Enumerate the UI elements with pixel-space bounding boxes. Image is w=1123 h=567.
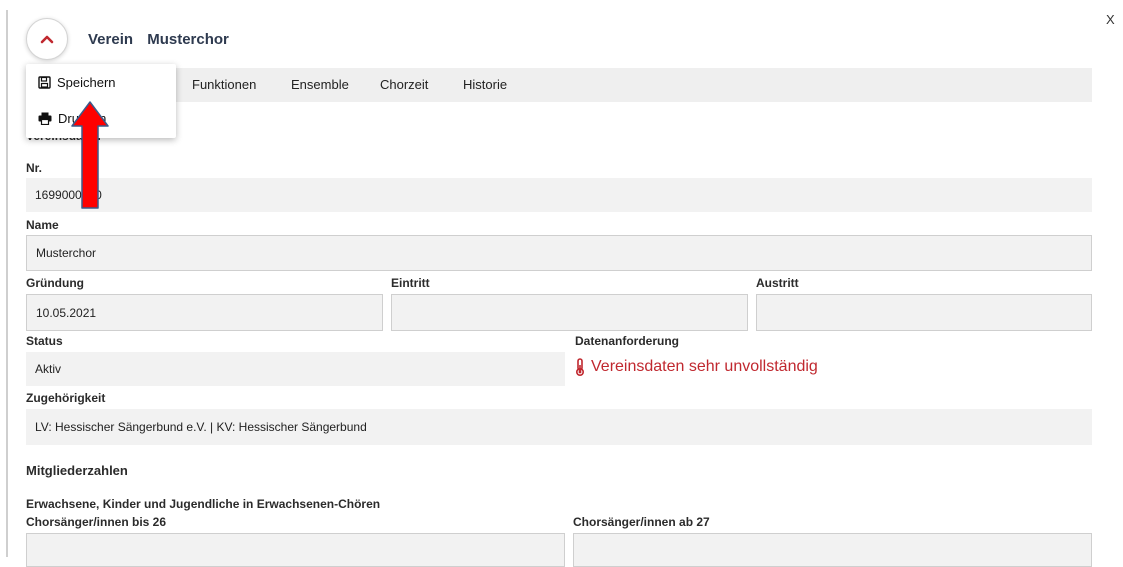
saenger-bis-26-label: Chorsänger/innen bis 26 <box>26 515 167 529</box>
status-label: Status <box>26 334 63 348</box>
status-value: Aktiv <box>35 362 62 376</box>
tab-chorzeit[interactable]: Chorzeit <box>380 77 428 92</box>
name-field[interactable]: Musterchor <box>26 235 1092 271</box>
collapse-button[interactable] <box>26 18 68 60</box>
subsection-erwachsene: Erwachsene, Kinder und Jugendliche in Er… <box>26 497 381 511</box>
datenanforderung-label: Datenanforderung <box>575 334 680 348</box>
chevron-up-icon <box>40 35 54 44</box>
nr-field[interactable]: 1699000000 <box>26 178 1092 212</box>
zugehoerigkeit-field[interactable]: LV: Hessischer Sängerbund e.V. | KV: Hes… <box>26 409 1092 445</box>
tab-funktionen[interactable]: Funktionen <box>192 77 256 92</box>
gruendung-field[interactable]: 10.05.2021 <box>26 294 383 331</box>
name-label: Name <box>26 218 59 232</box>
tab-historie[interactable]: Historie <box>463 77 507 92</box>
eintritt-field[interactable] <box>391 294 748 331</box>
status-field[interactable]: Aktiv <box>26 352 565 386</box>
name-value: Musterchor <box>36 246 97 260</box>
left-border <box>6 10 8 557</box>
datenanforderung-value: Vereinsdaten sehr unvollständig <box>591 358 818 375</box>
section-mitgliederzahlen: Mitgliederzahlen <box>26 463 128 478</box>
saenger-ab-27-field[interactable] <box>573 533 1092 567</box>
print-icon <box>38 112 52 125</box>
close-button[interactable]: X <box>1106 12 1115 27</box>
gruendung-value: 10.05.2021 <box>36 305 97 320</box>
zugehoerigkeit-label: Zugehörigkeit <box>26 391 106 405</box>
thermometer-icon <box>575 358 585 376</box>
menu-item-speichern[interactable]: Speichern <box>38 72 116 92</box>
austritt-label: Austritt <box>756 276 799 290</box>
saenger-bis-26-field[interactable] <box>26 533 565 567</box>
tab-bar: Funktionen Ensemble Chorzeit Historie <box>26 68 1092 102</box>
annotation-arrow-icon <box>71 101 109 209</box>
header: Verein Musterchor <box>26 17 239 61</box>
datenanforderung-status: Vereinsdaten sehr unvollständig <box>575 358 818 376</box>
tab-ensemble[interactable]: Ensemble <box>291 77 349 92</box>
menu-item-label: Speichern <box>57 74 116 90</box>
page-title: Verein Musterchor <box>88 31 239 48</box>
title-prefix: Verein <box>88 30 134 48</box>
nr-label: Nr. <box>26 161 43 175</box>
save-icon <box>38 75 51 89</box>
saenger-ab-27-label: Chorsänger/innen ab 27 <box>573 515 710 529</box>
eintritt-label: Eintritt <box>391 276 430 290</box>
gruendung-label: Gründung <box>26 276 84 290</box>
zugehoerigkeit-value: LV: Hessischer Sängerbund e.V. | KV: Hes… <box>35 420 367 434</box>
austritt-field[interactable] <box>756 294 1092 331</box>
title-name: Musterchor <box>147 30 229 48</box>
